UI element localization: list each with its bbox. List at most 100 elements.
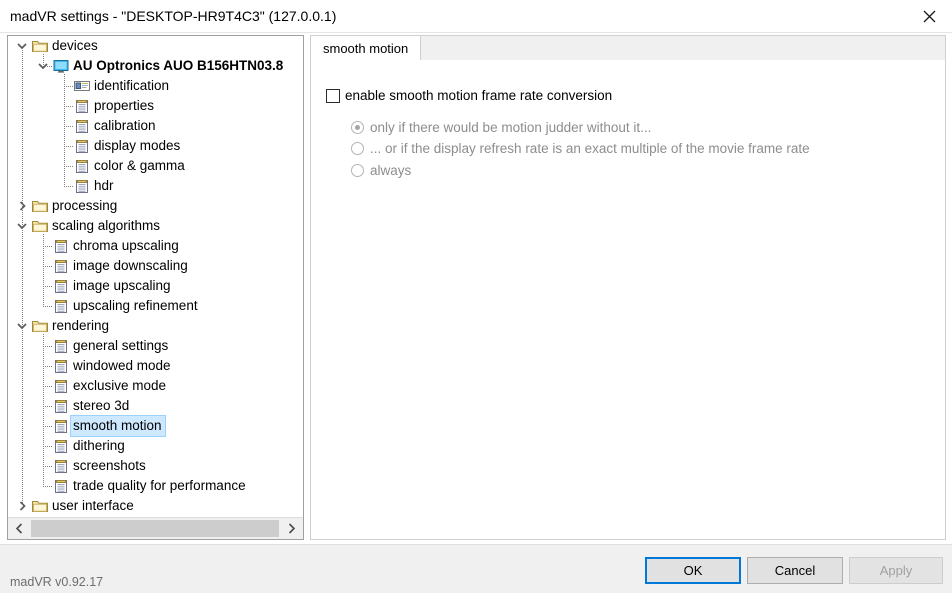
tree-item-label: windowed mode [73,358,171,373]
settings-tree[interactable]: devices AU Optronics AUO B156HTN03.8 ident… [8,36,303,516]
tree-connector-line [43,66,52,67]
chevron-right-icon [288,523,296,534]
tree-item[interactable]: hdr [8,176,303,196]
document-icon-slot [51,296,71,316]
radio-always[interactable]: always [351,163,411,178]
tree-connector-line [43,334,44,486]
folder-icon-slot [30,496,50,516]
close-button[interactable] [906,0,952,32]
tree-item[interactable]: calibration [8,116,303,136]
folder-icon-slot [30,216,50,236]
document-icon [55,460,67,473]
tree-item-label: user interface [52,498,134,513]
tree-item[interactable]: identification [8,76,303,96]
tree-item[interactable]: chroma upscaling [8,236,303,256]
folder-icon-slot [30,36,50,56]
document-icon-slot [51,456,71,476]
window-body: devices AU Optronics AUO B156HTN03.8 ident… [0,33,952,544]
apply-button[interactable]: Apply [849,557,943,584]
monitor-icon [53,60,69,73]
tree-connector-line [64,146,73,147]
tree-item[interactable]: scaling algorithms [8,216,303,236]
ok-button[interactable]: OK [645,557,741,584]
tree-item-label: scaling algorithms [52,218,161,233]
monitor-icon-slot [51,56,71,76]
tree-item-label: general settings [73,338,169,353]
document-icon-slot [51,256,71,276]
tree-item[interactable]: rendering [8,316,303,336]
document-icon-slot [51,476,71,496]
tree-item-label: hdr [94,178,114,193]
document-icon [55,260,67,273]
tree-item[interactable]: smooth motion [8,415,303,437]
tree-scroll-area[interactable]: devices AU Optronics AUO B156HTN03.8 ident… [8,36,303,517]
document-icon-slot [51,376,71,396]
tab-smooth-motion[interactable]: smooth motion [310,35,422,61]
tree-connector-line [43,54,44,66]
tree-item[interactable]: processing [8,196,303,216]
document-icon-slot [51,436,71,456]
tree-item-label: exclusive mode [73,378,167,393]
radio-indicator [351,164,364,177]
tree-item[interactable]: image upscaling [8,276,303,296]
tree-item[interactable]: image downscaling [8,256,303,276]
radio-exact-multiple[interactable]: ... or if the display refresh rate is an… [351,141,810,156]
tree-connector-line [43,426,52,427]
tree-item[interactable]: display modes [8,136,303,156]
tree-item[interactable]: general settings [8,336,303,356]
tree-item-label: dithering [73,438,125,453]
enable-smooth-motion-checkbox[interactable]: enable smooth motion frame rate conversi… [326,88,612,103]
document-icon-slot [72,96,92,116]
tree-item[interactable]: exclusive mode [8,376,303,396]
tree-item[interactable]: stereo 3d [8,396,303,416]
tree-item-label: chroma upscaling [73,238,179,253]
tree-item-label: trade quality for performance [73,478,246,493]
version-label: madVR v0.92.17 [10,575,104,589]
document-icon [76,160,88,173]
document-icon [55,300,67,313]
tree-connector-line [43,466,52,467]
document-icon [55,420,67,433]
cancel-button[interactable]: Cancel [747,557,843,584]
tree-connector-line [64,74,65,186]
tree-connector-line [43,234,44,306]
folder-icon-slot [30,316,50,336]
document-icon-slot [72,136,92,156]
identification-icon [74,81,90,91]
tree-connector-line [43,246,52,247]
tree-item[interactable]: screenshots [8,456,303,476]
tree-item[interactable]: properties [8,96,303,116]
document-icon [76,120,88,133]
tree-item[interactable]: color & gamma [8,156,303,176]
document-icon-slot [51,236,71,256]
tree-item[interactable]: upscaling refinement [8,296,303,316]
document-icon [55,480,67,493]
tree-item[interactable]: AU Optronics AUO B156HTN03.8 [8,56,303,76]
folder-icon [32,201,48,212]
enable-smooth-motion-label: enable smooth motion frame rate conversi… [345,88,613,103]
radio-only-if-judder[interactable]: only if there would be motion judder wit… [351,120,651,135]
tree-item[interactable]: dithering [8,436,303,456]
scroll-right-button[interactable] [281,518,303,539]
tree-item[interactable]: user interface [8,496,303,516]
tree-horizontal-scrollbar[interactable] [8,517,303,539]
tree-item-label: screenshots [73,458,146,473]
document-icon [55,380,67,393]
radio-indicator [351,121,364,134]
tree-item-label: rendering [52,318,110,333]
folder-icon [32,501,48,512]
folder-icon [32,321,48,332]
tree-connector-line [43,346,52,347]
scroll-thumb[interactable] [31,520,279,537]
tree-item[interactable]: windowed mode [8,356,303,376]
tree-item-label: color & gamma [94,158,185,173]
radio-exact-multiple-label: ... or if the display refresh rate is an… [370,141,810,156]
tree-item[interactable]: devices [8,36,303,56]
tree-connector-line [43,286,52,287]
tree-connector-line [43,446,52,447]
tree-item[interactable]: trade quality for performance [8,476,303,496]
scroll-left-button[interactable] [8,518,30,539]
tree-connector-line [43,486,52,487]
